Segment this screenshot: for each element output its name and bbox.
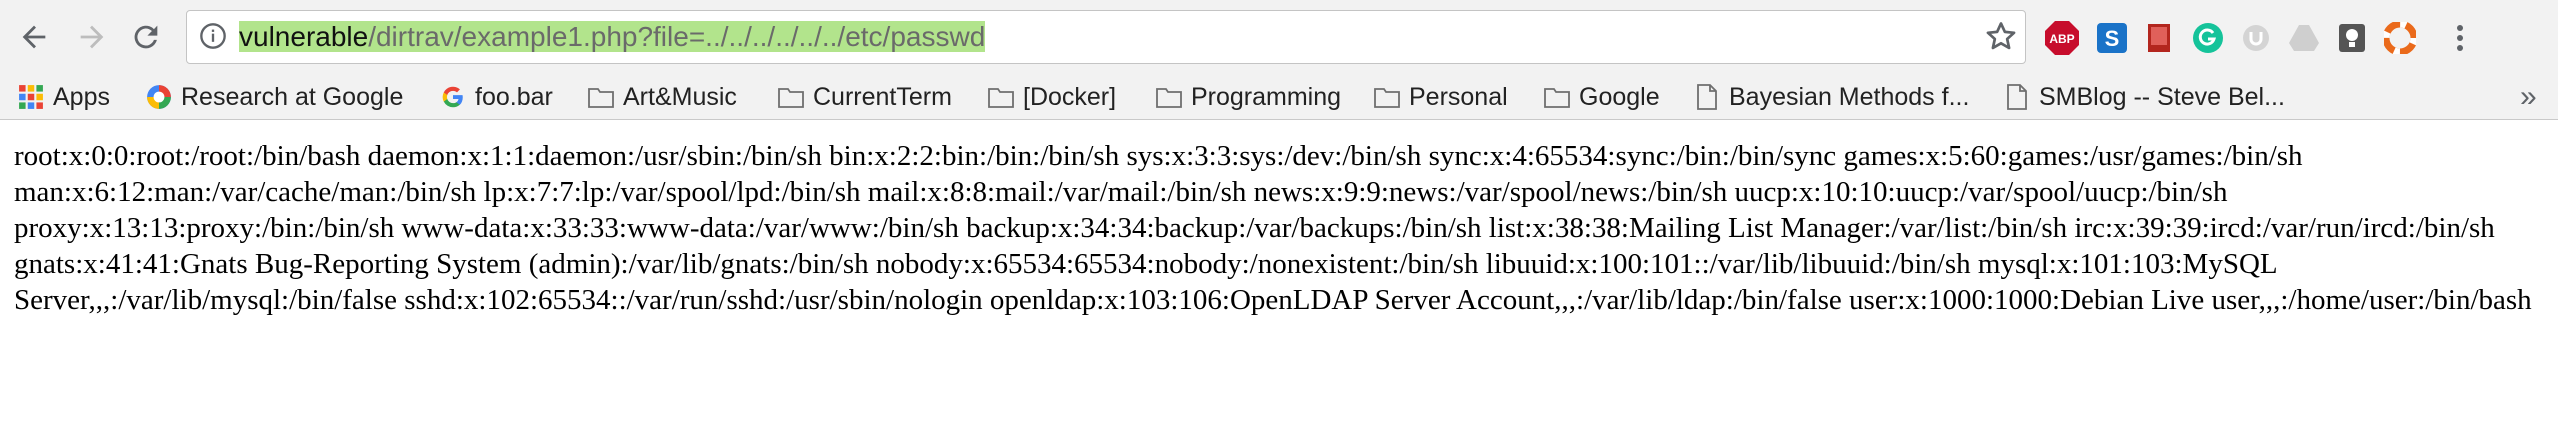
bookmark-label: [Docker] — [1023, 82, 1117, 111]
page-body-text: root:x:0:0:root:/root:/bin/bash daemon:x… — [14, 140, 2532, 316]
folder-icon — [1374, 88, 1400, 108]
research-logo-icon — [147, 85, 171, 109]
bookmark-label: Research at Google — [181, 82, 404, 111]
bookmark-apps[interactable]: Apps — [18, 80, 110, 114]
bookmark-label: Art&Music — [623, 82, 737, 111]
lightbulb-icon[interactable] — [2332, 18, 2372, 58]
google-g-icon — [442, 86, 463, 108]
bookmark-foo-bar[interactable]: foo.bar — [440, 80, 553, 114]
bookmark-folder-programming[interactable]: Programming — [1156, 80, 1341, 114]
bookmark-label: foo.bar — [475, 82, 553, 111]
folder-icon — [1156, 88, 1182, 108]
reload-button[interactable] — [124, 15, 168, 59]
bookmark-folder-google[interactable]: Google — [1544, 80, 1660, 114]
url-text[interactable]: vulnerable/dirtrav/example1.php?file=../… — [239, 20, 986, 54]
bookmark-smblog[interactable]: SMBlog -- Steve Bel... — [2004, 80, 2285, 114]
bookmark-label: Google — [1579, 82, 1660, 111]
bookmarks-overflow-button[interactable]: » — [2520, 80, 2537, 114]
adblock-plus-icon[interactable]: ABP — [2042, 18, 2082, 58]
forward-button[interactable] — [70, 15, 114, 59]
bookmark-folder-currentterm[interactable]: CurrentTerm — [778, 80, 952, 114]
reload-icon — [134, 25, 158, 49]
bookmark-label: Apps — [53, 82, 110, 111]
address-bar[interactable]: vulnerable/dirtrav/example1.php?file=../… — [186, 10, 2026, 64]
svg-text:S: S — [2105, 26, 2120, 51]
bookmark-label: Bayesian Methods f... — [1729, 82, 1970, 111]
book-extension-icon[interactable] — [2140, 18, 2180, 58]
document-icon — [2007, 84, 2027, 110]
folder-icon — [988, 88, 1014, 108]
bookmark-label: SMBlog -- Steve Bel... — [2039, 82, 2285, 111]
grammarly-icon[interactable] — [2188, 18, 2228, 58]
bookmark-label: CurrentTerm — [813, 82, 952, 111]
star-icon[interactable] — [1983, 19, 2019, 55]
url-host: vulnerable — [239, 21, 369, 52]
bookmark-folder-personal[interactable]: Personal — [1374, 80, 1508, 114]
folder-icon — [778, 88, 804, 108]
s-extension-icon[interactable]: S — [2092, 18, 2132, 58]
bookmarks-bar: Apps Research at Google foo.bar Art&Musi… — [0, 76, 2558, 120]
bookmark-bayesian-methods[interactable]: Bayesian Methods f... — [1694, 80, 1969, 114]
bookmark-folder-art-music[interactable]: Art&Music — [588, 80, 737, 114]
ublock-icon[interactable] — [2236, 18, 2276, 58]
bookmark-research-at-google[interactable]: Research at Google — [146, 80, 403, 114]
drive-icon[interactable] — [2284, 18, 2324, 58]
browser-toolbar: vulnerable/dirtrav/example1.php?file=../… — [0, 0, 2558, 76]
svg-text:ABP: ABP — [2049, 32, 2074, 46]
bookmark-label: Personal — [1409, 82, 1508, 111]
info-icon[interactable] — [199, 22, 227, 50]
apps-grid-icon — [19, 85, 43, 109]
folder-icon — [1544, 88, 1570, 108]
folder-icon — [588, 88, 614, 108]
url-path: /dirtrav/example1.php?file=../../../../.… — [368, 21, 986, 52]
menu-icon[interactable] — [2440, 18, 2480, 58]
bookmark-label: Programming — [1191, 82, 1342, 111]
bookmark-folder-docker[interactable]: [Docker] — [988, 80, 1116, 114]
back-arrow-icon — [22, 25, 46, 49]
lifebuoy-icon[interactable] — [2380, 18, 2420, 58]
forward-arrow-icon — [80, 25, 104, 49]
back-button[interactable] — [12, 15, 56, 59]
document-icon — [1697, 84, 1717, 110]
